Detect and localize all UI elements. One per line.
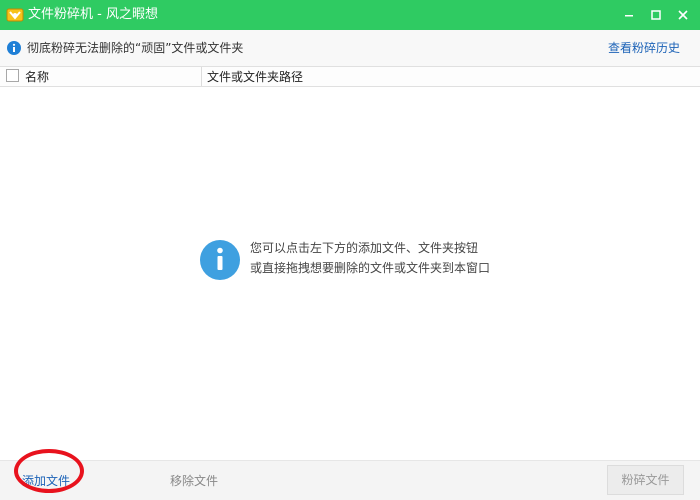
shred-file-button[interactable]: 粉碎文件: [607, 465, 684, 495]
select-all-checkbox[interactable]: [6, 69, 19, 82]
minimize-icon: [625, 15, 633, 17]
empty-hint-line-2: 或直接拖拽想要删除的文件或文件夹到本窗口: [250, 261, 491, 275]
bottom-toolbar: 添加文件 移除文件 粉碎文件: [0, 460, 700, 500]
title-bar: 文件粉碎机 - 风之暇想: [0, 0, 700, 30]
maximize-button[interactable]: [641, 0, 671, 30]
column-header-path[interactable]: 文件或文件夹路径: [207, 69, 303, 85]
add-file-button[interactable]: 添加文件: [22, 473, 70, 489]
info-icon: [7, 41, 21, 55]
info-bar: 彻底粉碎无法删除的“顽固”文件或文件夹 查看粉碎历史: [0, 30, 700, 66]
column-divider[interactable]: [201, 67, 202, 86]
window-title: 文件粉碎机 - 风之暇想: [28, 7, 158, 22]
info-icon: [200, 240, 240, 280]
remove-file-button[interactable]: 移除文件: [170, 473, 218, 489]
file-table-header: 名称 文件或文件夹路径: [0, 66, 700, 87]
close-button[interactable]: [668, 0, 698, 30]
column-header-name[interactable]: 名称: [25, 69, 49, 85]
maximize-icon: [651, 10, 661, 20]
empty-hint-line-1: 您可以点击左下方的添加文件、文件夹按钮: [250, 241, 479, 255]
shredder-app-icon: [6, 8, 24, 22]
view-shred-history-link[interactable]: 查看粉碎历史: [608, 40, 680, 56]
minimize-button[interactable]: [614, 0, 644, 30]
info-text: 彻底粉碎无法删除的“顽固”文件或文件夹: [27, 41, 244, 55]
close-icon: [678, 10, 688, 20]
